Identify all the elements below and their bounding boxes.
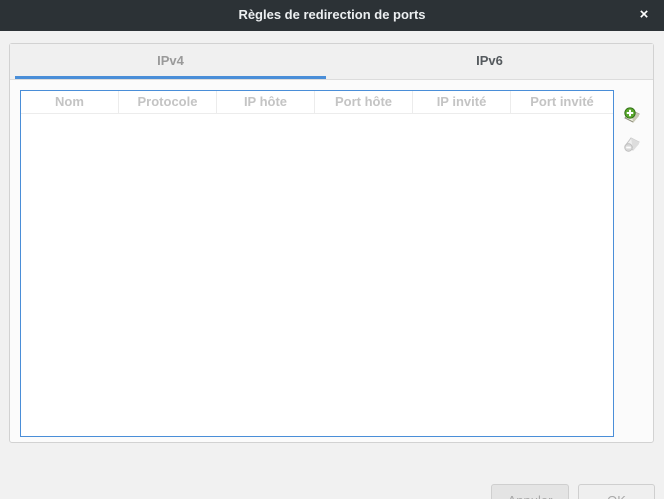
dialog-body: IPv4 IPv6 Nom Protocole IP hôte Port hôt… <box>0 31 664 499</box>
tab-ipv4[interactable]: IPv4 <box>15 44 326 79</box>
table-header: Nom Protocole IP hôte Port hôte IP invit… <box>21 91 613 114</box>
column-header-name[interactable]: Nom <box>21 91 119 113</box>
column-header-host-port[interactable]: Port hôte <box>315 91 413 113</box>
column-header-protocol[interactable]: Protocole <box>119 91 217 113</box>
window-title: Règles de redirection de ports <box>238 7 426 22</box>
add-rule-icon[interactable] <box>622 105 642 125</box>
tab-ipv6[interactable]: IPv6 <box>326 44 653 79</box>
close-icon[interactable]: × <box>634 5 654 25</box>
column-header-host-ip[interactable]: IP hôte <box>217 91 315 113</box>
tab-notebook: IPv4 IPv6 Nom Protocole IP hôte Port hôt… <box>9 43 654 443</box>
column-header-guest-port[interactable]: Port invité <box>511 91 613 113</box>
rules-table[interactable]: Nom Protocole IP hôte Port hôte IP invit… <box>20 90 614 437</box>
cancel-button[interactable]: Annuler <box>491 484 569 499</box>
ok-button[interactable]: OK <box>578 484 655 499</box>
title-bar: Règles de redirection de ports × <box>0 0 664 31</box>
remove-rule-icon[interactable] <box>622 134 642 154</box>
column-header-guest-ip[interactable]: IP invité <box>413 91 511 113</box>
tab-bar: IPv4 IPv6 <box>10 44 653 80</box>
